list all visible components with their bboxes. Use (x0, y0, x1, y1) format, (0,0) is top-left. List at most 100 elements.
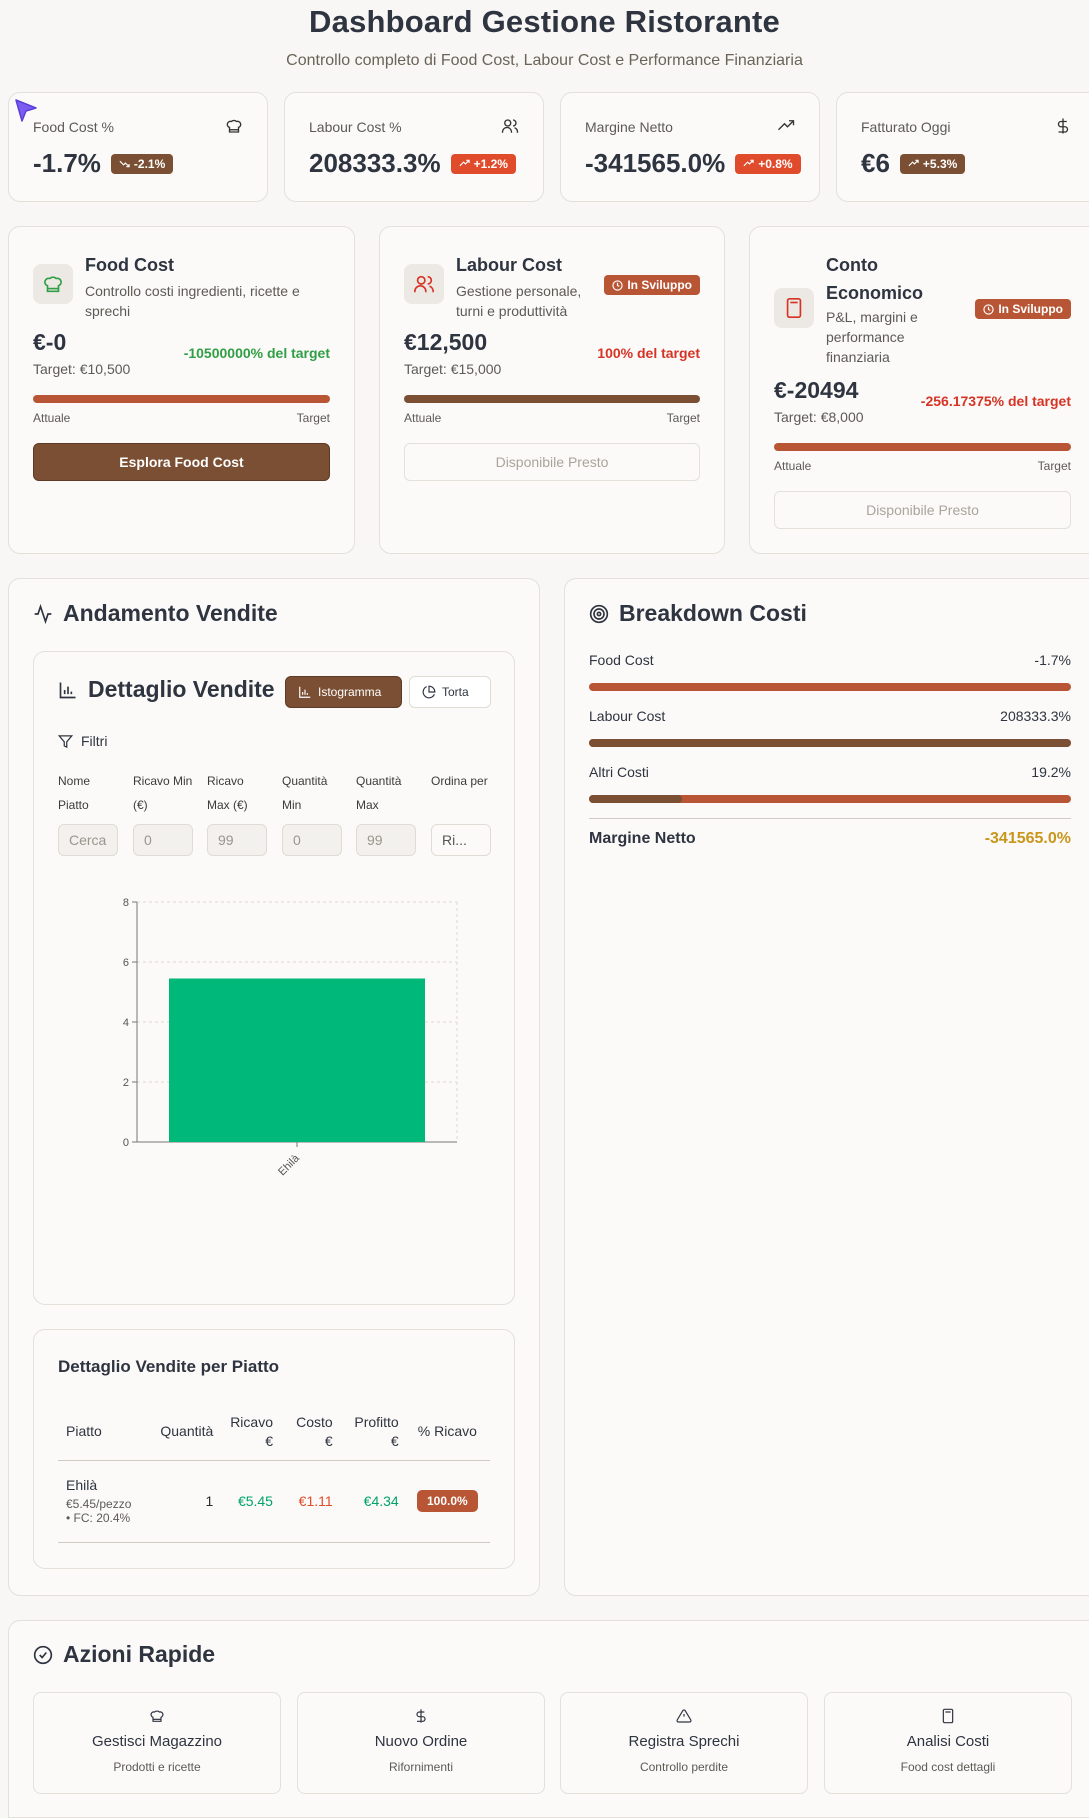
clock-icon (612, 279, 623, 291)
trending-up-icon (459, 159, 470, 167)
breakdown-bar-labour (589, 739, 1071, 747)
pct-badge: 100.0% (417, 1490, 478, 1512)
module-card-income-statement: Conto Economico P&L, margini e performan… (749, 226, 1089, 554)
breakdown-bar-food (589, 683, 1071, 691)
calculator-icon (786, 298, 802, 318)
module-progress-bar (774, 443, 1071, 451)
table-header-row: Piatto Quantità Ricavo € Costo € Profitt… (58, 1404, 490, 1460)
filter-label-revenue-min: Ricavo Min (€) (133, 774, 193, 812)
quick-action-waste[interactable]: Registra Sprechi Controllo perdite (560, 1692, 808, 1794)
qty-min-input[interactable]: 0 (282, 824, 342, 856)
quick-action-subtitle: Rifornimenti (388, 1760, 454, 1774)
sales-bar-chart: 0 2 4 6 8 Ehilà (123, 897, 458, 1178)
module-progress-bar (404, 395, 700, 403)
users-icon (501, 119, 519, 133)
kpi-card-margin: Margine Netto -341565.0% +0.8% (560, 92, 820, 202)
dish-name-search-input[interactable]: Cerca (58, 824, 118, 856)
kpi-value-row: -1.7% -2.1% (33, 148, 174, 179)
quick-action-warehouse[interactable]: Gestisci Magazzino Prodotti e ricette (33, 1692, 281, 1794)
sales-table: Piatto Quantità Ricavo € Costo € Profitt… (58, 1404, 490, 1543)
breakdown-row-other: Altri Costi 19.2% (589, 764, 1071, 780)
module-target: Target: €15,000 (404, 361, 502, 377)
coming-soon-button[interactable]: Disponibile Presto (774, 491, 1071, 529)
status-badge: In Sviluppo (975, 299, 1071, 319)
kpi-value: -341565.0% (585, 148, 726, 178)
filter-icon (58, 734, 73, 748)
kpi-value-row: -341565.0% +0.8% (585, 148, 801, 179)
chef-hat-icon (150, 1710, 164, 1722)
module-target-pct: -256.17375% del target (920, 393, 1071, 409)
quick-action-new-order[interactable]: Nuovo Ordine Rifornimenti (297, 1692, 545, 1794)
trending-up-icon (778, 120, 795, 131)
filter-label-name: Nome Piatto (58, 774, 91, 812)
breakdown-title: Breakdown Costi (589, 600, 807, 627)
column-header: Quantità (160, 1423, 214, 1440)
kpi-card-food-cost: Food Cost % -1.7% -2.1% (8, 92, 268, 202)
breakdown-bar-other (589, 795, 1071, 803)
kpi-value: -1.7% (33, 148, 101, 178)
module-card-food-cost: Food Cost Controllo costi ingredienti, r… (8, 226, 355, 554)
pct-cell: 100.0% (405, 1460, 490, 1542)
module-amount: €-20494 (774, 377, 859, 403)
sales-detail-title: Dettaglio Vendite (58, 676, 275, 703)
page-header: Dashboard Gestione Ristorante Controllo … (0, 0, 1089, 70)
x-tick-label: Ehilà (276, 1152, 302, 1178)
filter-label-revenue-max: Ricavo Max (€) (207, 774, 248, 812)
chef-hat-icon (226, 119, 242, 133)
breakdown-row-labour: Labour Cost 208333.3% (589, 708, 1071, 724)
filter-label-sort: Ordina per (431, 774, 488, 788)
y-tick-label: 8 (123, 897, 129, 909)
module-amount: €12,500 (404, 329, 488, 355)
sales-table-title: Dettaglio Vendite per Piatto (58, 1357, 280, 1376)
module-target: Target: €8,000 (774, 409, 864, 425)
trend-badge: +1.2% (450, 153, 516, 174)
kpi-value-row: 208333.3% +1.2% (309, 148, 516, 179)
module-description: P&L, margini e performance finanziaria (826, 309, 918, 365)
kpi-card-revenue: Fatturato Oggi €6 +5.3% (836, 92, 1089, 202)
trending-down-icon (119, 160, 130, 168)
filter-label-qty-min: Quantità Min (282, 774, 328, 812)
filters-label: Filtri (58, 733, 107, 749)
y-tick-label: 4 (123, 1017, 129, 1029)
kpi-label: Food Cost % (33, 119, 114, 135)
column-header: % Ricavo (417, 1423, 477, 1440)
kpi-label: Margine Netto (585, 119, 673, 135)
revenue-min-input[interactable]: 0 (133, 824, 193, 856)
module-card-labour-cost: Labour Cost Gestione personale, turni e … (379, 226, 725, 554)
dish-food-cost: • FC: 20.4% (66, 1511, 131, 1525)
chef-hat-icon (44, 276, 62, 293)
quick-action-cost-analysis[interactable]: Analisi Costi Food cost dettagli (824, 1692, 1072, 1794)
check-circle-icon (33, 1645, 53, 1664)
quick-action-title: Nuovo Ordine (374, 1733, 468, 1750)
sales-section-title: Andamento Vendite (33, 600, 278, 627)
breakdown-divider (589, 818, 1071, 819)
module-title: Conto Economico (826, 255, 924, 303)
clock-icon (983, 303, 994, 315)
revenue-max-input[interactable]: 99 (207, 824, 267, 856)
column-header: Piatto (66, 1423, 102, 1440)
qty-cell: 1 (205, 1493, 214, 1509)
qty-max-input[interactable]: 99 (356, 824, 416, 856)
pie-toggle[interactable]: Torta (409, 676, 491, 708)
explore-food-cost-button[interactable]: Esplora Food Cost (33, 443, 330, 481)
trend-badge: +5.3% (899, 153, 966, 174)
quick-actions-title: Azioni Rapide (33, 1641, 215, 1668)
target-icon (589, 604, 609, 623)
y-tick-label: 2 (123, 1077, 129, 1089)
filter-label-qty-max: Quantità Max (356, 774, 402, 812)
trend-badge: -2.1% (110, 153, 174, 174)
coming-soon-button[interactable]: Disponibile Presto (404, 443, 700, 481)
histogram-toggle[interactable]: Istogramma (285, 676, 402, 708)
page-subtitle: Controllo completo di Food Cost, Labour … (286, 52, 803, 69)
module-icon-box (774, 288, 814, 328)
sort-select[interactable]: Ri... (431, 824, 491, 856)
module-progress-bar (33, 395, 330, 403)
column-header: Costo € (296, 1413, 333, 1449)
module-icon-box (404, 264, 444, 304)
bar-chart-icon (299, 686, 311, 698)
progress-labels: Attuale Target (33, 411, 330, 425)
column-header: Profitto € (354, 1413, 399, 1449)
kpi-value-row: €6 +5.3% (861, 148, 966, 179)
breakdown-net-row: Margine Netto -341565.0% (589, 830, 1071, 847)
warning-icon (676, 1709, 692, 1723)
